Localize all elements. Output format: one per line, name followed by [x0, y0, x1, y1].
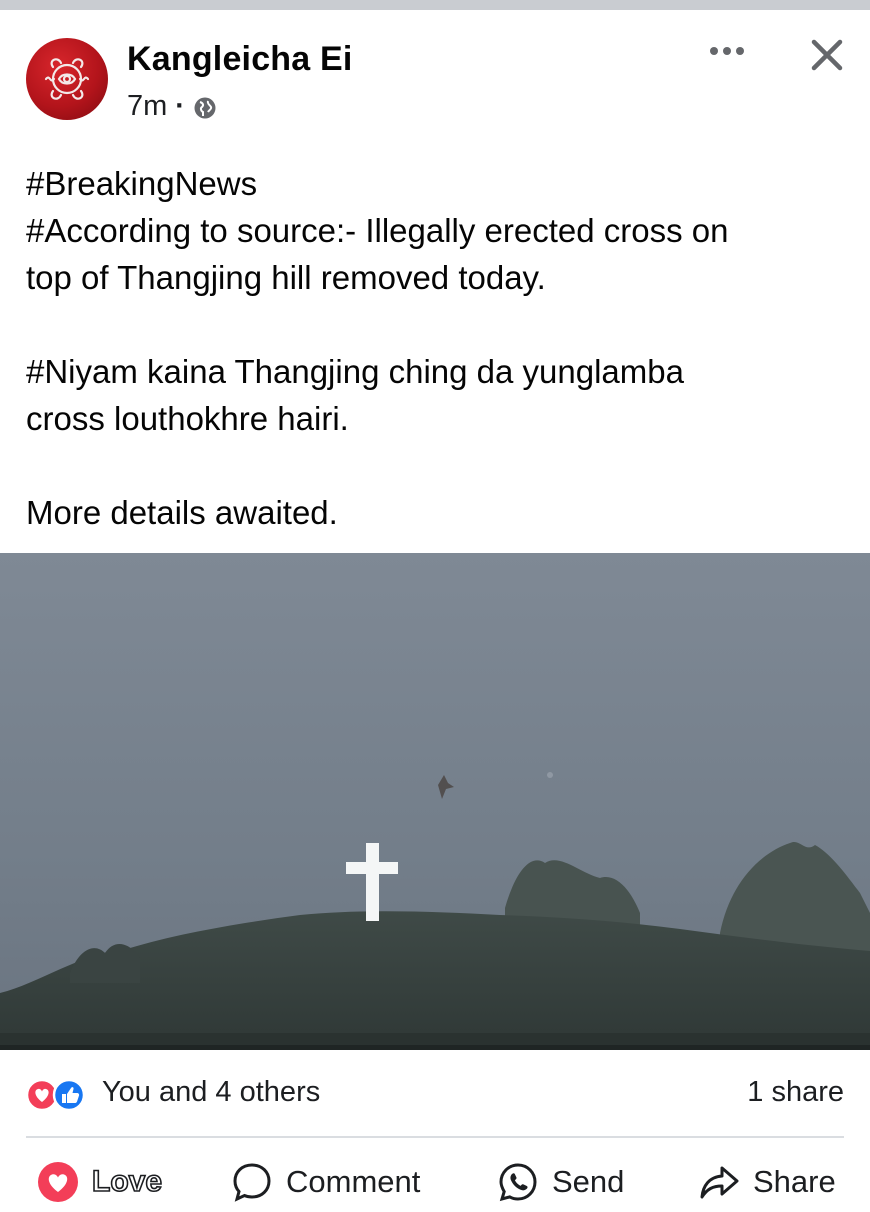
comment-icon	[230, 1160, 274, 1204]
post-time[interactable]: 7m	[127, 90, 167, 123]
share-button[interactable]: Share	[697, 1160, 836, 1204]
avatar[interactable]	[26, 38, 108, 120]
post-text-line[interactable]: #According to source:- Illegally erected…	[26, 207, 856, 254]
close-button[interactable]	[806, 34, 848, 76]
post-text-line: top of Thangjing hill removed today.	[26, 259, 546, 296]
share-label: Share	[753, 1164, 836, 1199]
reaction-icons[interactable]	[25, 1078, 97, 1112]
more-options-button[interactable]	[704, 36, 750, 66]
post-text-line: More details awaited.	[26, 494, 338, 531]
shares-count[interactable]: 1 share	[747, 1076, 844, 1109]
post-text-line[interactable]: #Niyam kaina Thangjing ching da yunglamb…	[26, 348, 856, 395]
divider	[26, 1136, 844, 1138]
post-actions: Love Comment Send Share	[0, 1150, 870, 1210]
more-dots-icon	[710, 47, 744, 55]
page-name[interactable]: Kangleicha Ei	[127, 40, 353, 79]
avatar-emblem-icon	[44, 58, 90, 100]
top-strip	[0, 0, 870, 10]
like-reaction-icon	[52, 1078, 86, 1112]
globe-icon	[193, 95, 217, 119]
reactions-summary[interactable]: You and 4 others	[102, 1076, 320, 1109]
love-reaction-icon	[36, 1160, 80, 1204]
post-text-line: cross louthokhre hairi.	[26, 400, 349, 437]
love-reaction-icon	[25, 1078, 59, 1112]
send-label: Send	[552, 1164, 625, 1199]
post-text-line[interactable]: #BreakingNews	[26, 160, 856, 207]
meta-separator: ·	[175, 90, 185, 122]
comment-label: Comment	[286, 1164, 421, 1199]
send-button[interactable]: Send	[496, 1160, 624, 1204]
share-arrow-icon	[697, 1160, 741, 1204]
love-label: Love	[91, 1164, 163, 1199]
post-meta: 7m ·	[127, 90, 217, 123]
comment-button[interactable]: Comment	[230, 1160, 420, 1204]
post-text: #BreakingNews #According to source:- Ill…	[26, 160, 856, 536]
love-button[interactable]: Love	[36, 1160, 163, 1204]
close-icon	[811, 39, 843, 71]
reactions-row: You and 4 others 1 share	[0, 1062, 870, 1126]
post-header: Kangleicha Ei 7m ·	[0, 10, 870, 130]
hill-cross-photo	[0, 553, 870, 1050]
whatsapp-icon	[496, 1160, 540, 1204]
post-photo[interactable]	[0, 553, 870, 1050]
